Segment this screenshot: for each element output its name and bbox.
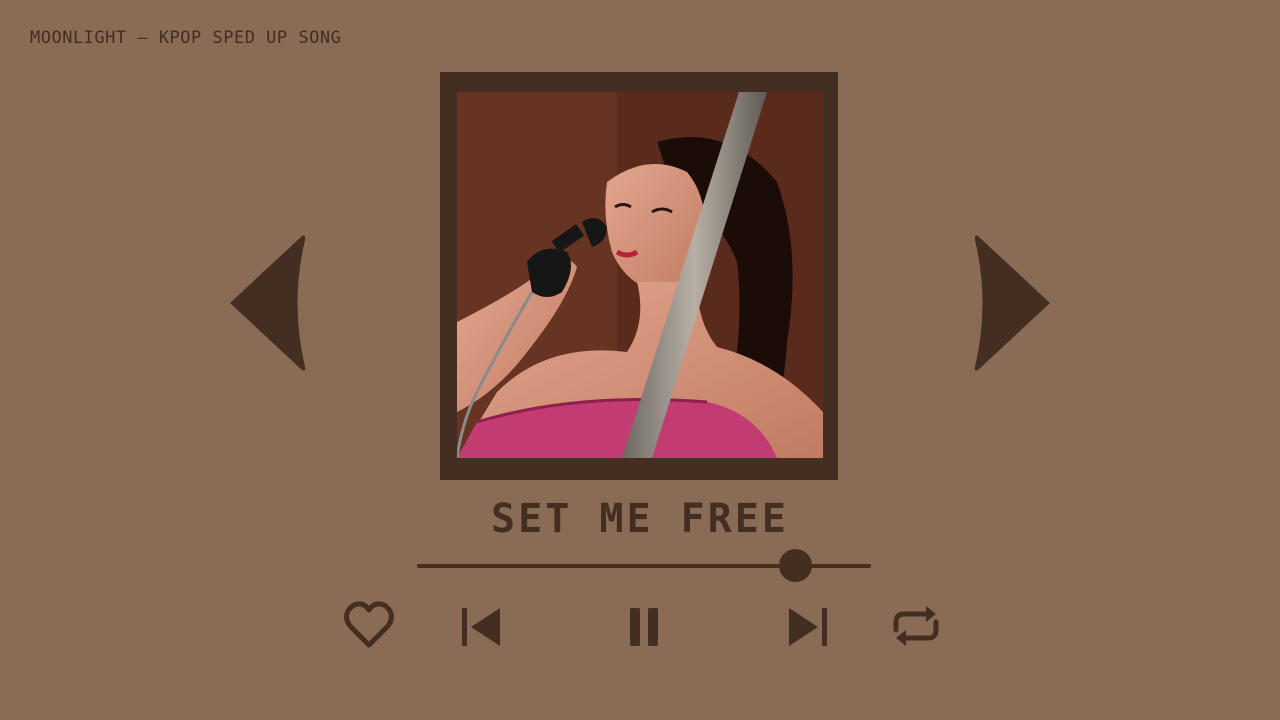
repeat-icon — [893, 606, 939, 646]
album-art-photo — [457, 92, 823, 458]
next-arrow-button[interactable] — [972, 232, 1052, 374]
like-button[interactable] — [342, 600, 396, 652]
skip-forward-icon — [789, 608, 827, 646]
progress-knob[interactable] — [779, 549, 813, 582]
next-track-button[interactable] — [786, 600, 832, 652]
left-arrow-icon — [230, 235, 306, 371]
right-arrow-icon — [974, 235, 1050, 371]
progress-slider[interactable] — [417, 548, 871, 584]
pause-button[interactable] — [624, 600, 664, 652]
pause-icon — [630, 608, 658, 646]
previous-track-button[interactable] — [458, 600, 504, 652]
previous-arrow-button[interactable] — [228, 232, 308, 374]
heart-icon — [344, 601, 394, 648]
song-title: SET ME FREE — [491, 496, 789, 542]
album-art-image — [457, 92, 823, 458]
repeat-button[interactable] — [890, 600, 942, 652]
page-title: MOONLIGHT — KPOP SPED UP SONG — [30, 28, 342, 48]
skip-back-icon — [462, 608, 500, 646]
album-art-frame — [440, 72, 838, 480]
